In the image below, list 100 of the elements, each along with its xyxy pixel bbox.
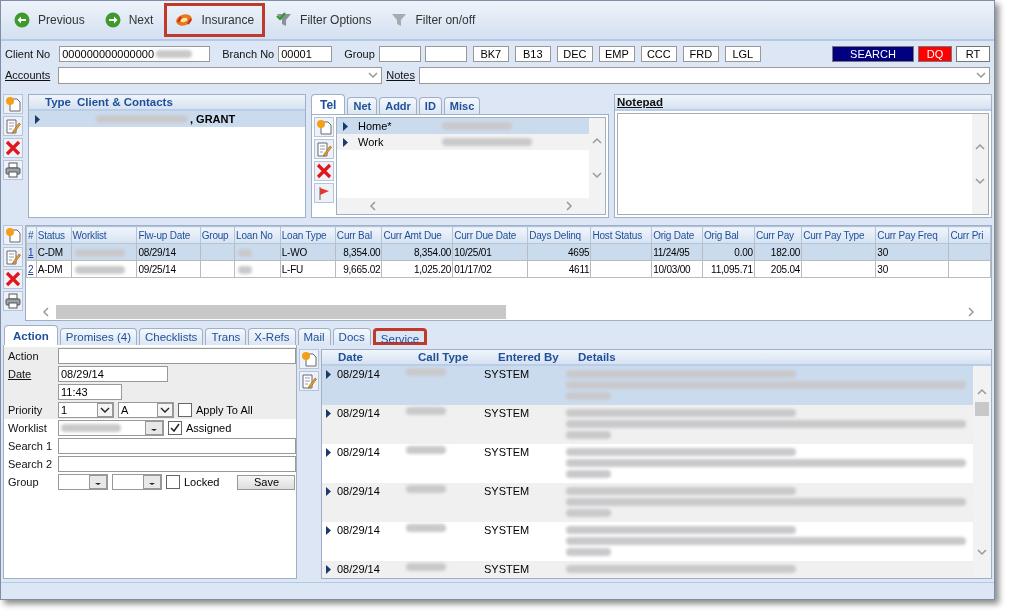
scrollbar-thumb[interactable]	[56, 305, 506, 319]
client-number-field[interactable]: 000000000000000	[59, 46, 211, 62]
column-header[interactable]: Loan Type	[280, 226, 336, 244]
history-row[interactable]: 08/29/14 SYSTEM	[322, 444, 973, 483]
tab[interactable]: Mail	[297, 328, 331, 345]
tab[interactable]: Trans	[205, 328, 247, 345]
column-header[interactable]: Curr Bal	[335, 226, 382, 244]
column-header[interactable]: Curr Pay Freq	[875, 226, 949, 244]
scroll-left-icon[interactable]	[367, 200, 379, 212]
code-button[interactable]: B13	[514, 46, 551, 62]
scroll-right-icon[interactable]	[563, 200, 575, 212]
print-button[interactable]	[3, 160, 23, 180]
scroll-down-icon[interactable]	[975, 69, 987, 81]
code-button[interactable]: DEC	[556, 46, 593, 62]
row-expander-icon[interactable]	[326, 408, 331, 418]
toolbar-button[interactable]: Previous	[5, 5, 94, 35]
edit-button[interactable]	[3, 116, 23, 136]
search-field[interactable]	[58, 456, 296, 472]
tab[interactable]: Net	[347, 97, 378, 114]
priority-class-select[interactable]: A	[118, 402, 174, 418]
scroll-down-icon[interactable]	[974, 175, 986, 187]
column-header[interactable]: Curr Pay	[754, 226, 802, 244]
contact-row[interactable]: , GRANT	[29, 111, 305, 127]
scroll-left-icon[interactable]	[40, 306, 52, 318]
tab[interactable]: Addr	[379, 97, 417, 114]
add-button[interactable]	[3, 94, 23, 114]
checkbox[interactable]	[168, 421, 182, 435]
history-row[interactable]: 08/29/14 SYSTEM	[322, 366, 973, 405]
row-expander-icon[interactable]	[35, 114, 40, 124]
column-header[interactable]: Loan No	[234, 226, 281, 244]
status-button[interactable]: SEARCH	[832, 46, 914, 62]
toolbar-button[interactable]: Filter on/off	[382, 5, 485, 35]
group-field[interactable]	[378, 46, 421, 62]
toolbar-button[interactable]: Filter Options	[267, 5, 381, 35]
checkbox[interactable]	[166, 475, 180, 489]
history-row[interactable]: 08/29/14 SYSTEM	[322, 561, 973, 578]
column-header[interactable]: Curr Due Date	[452, 226, 528, 244]
row-expander-icon[interactable]	[326, 564, 331, 574]
tab[interactable]: Checklists	[138, 328, 204, 345]
status-button[interactable]: DQ	[918, 46, 952, 62]
code-button[interactable]: BK7	[472, 46, 509, 62]
add-button[interactable]	[299, 349, 319, 369]
tab[interactable]: Docs	[332, 328, 371, 345]
delete-button[interactable]	[3, 138, 23, 158]
group-select[interactable]	[112, 474, 162, 490]
code-button[interactable]: LGL	[724, 46, 761, 62]
column-header[interactable]: Orig Date	[651, 226, 703, 244]
notepad-field[interactable]	[617, 113, 989, 215]
add-button[interactable]	[3, 225, 23, 245]
column-header[interactable]: #	[26, 226, 37, 244]
tab[interactable]: X-Refs	[248, 328, 296, 345]
code-button[interactable]: CCC	[640, 46, 677, 62]
notes-field[interactable]	[419, 66, 990, 84]
column-header[interactable]: Curr Pri	[948, 226, 991, 244]
scrollbar-thumb[interactable]	[975, 402, 989, 416]
status-button[interactable]: RT	[956, 46, 990, 62]
column-header[interactable]: Flw-up Date	[136, 226, 201, 244]
edit-button[interactable]	[3, 247, 23, 267]
history-row[interactable]: 08/29/14 SYSTEM	[322, 522, 973, 561]
search-field[interactable]	[58, 438, 296, 454]
add-button[interactable]	[314, 117, 334, 137]
row-expander-icon[interactable]	[326, 525, 331, 535]
tab[interactable]: ID	[418, 97, 442, 114]
history-row[interactable]: 08/29/14 SYSTEM	[322, 483, 973, 522]
column-header[interactable]: Group	[200, 226, 235, 244]
branch-number-field[interactable]: 00001	[278, 46, 333, 62]
accounts-link[interactable]: Accounts	[5, 69, 51, 81]
scroll-down-icon[interactable]	[367, 69, 380, 81]
row-expander-icon[interactable]	[326, 486, 331, 496]
phone-row[interactable]: Home*	[337, 118, 589, 134]
accounts-field[interactable]	[58, 66, 383, 84]
tab[interactable]: Tel	[311, 94, 346, 114]
group-select[interactable]	[58, 474, 108, 490]
date-field[interactable]: 08/29/14	[58, 366, 168, 382]
action-field[interactable]	[58, 348, 296, 364]
tab[interactable]: Action	[4, 325, 58, 345]
group-field[interactable]	[424, 46, 467, 62]
toolbar-button[interactable]: Next	[95, 5, 163, 35]
edit-button[interactable]	[299, 371, 319, 391]
column-header[interactable]: Curr Amt Due	[382, 226, 453, 244]
print-button[interactable]	[3, 291, 23, 311]
checkbox[interactable]	[178, 403, 192, 417]
row-expander-icon[interactable]	[326, 369, 331, 379]
save-button[interactable]: Save	[237, 474, 296, 490]
flag-button[interactable]	[314, 183, 334, 203]
notes-link[interactable]: Notes	[386, 69, 415, 81]
scroll-down-icon[interactable]	[976, 546, 988, 558]
toolbar-button[interactable]: Insurance	[164, 3, 266, 37]
scroll-down-icon[interactable]	[591, 169, 603, 181]
delete-button[interactable]	[3, 269, 23, 289]
column-header[interactable]: Days Delinq	[527, 226, 591, 244]
delete-button[interactable]	[314, 161, 334, 181]
column-header[interactable]: Host Status	[590, 226, 652, 244]
column-header[interactable]: Curr Pay Type	[801, 226, 876, 244]
column-header[interactable]: Worklist	[71, 226, 137, 244]
column-header[interactable]: Status	[36, 226, 72, 244]
row-expander-icon[interactable]	[326, 447, 331, 457]
priority-select[interactable]: 1	[58, 402, 114, 418]
column-header[interactable]: Orig Bal	[702, 226, 755, 244]
tab[interactable]: Promises (4)	[59, 328, 137, 345]
